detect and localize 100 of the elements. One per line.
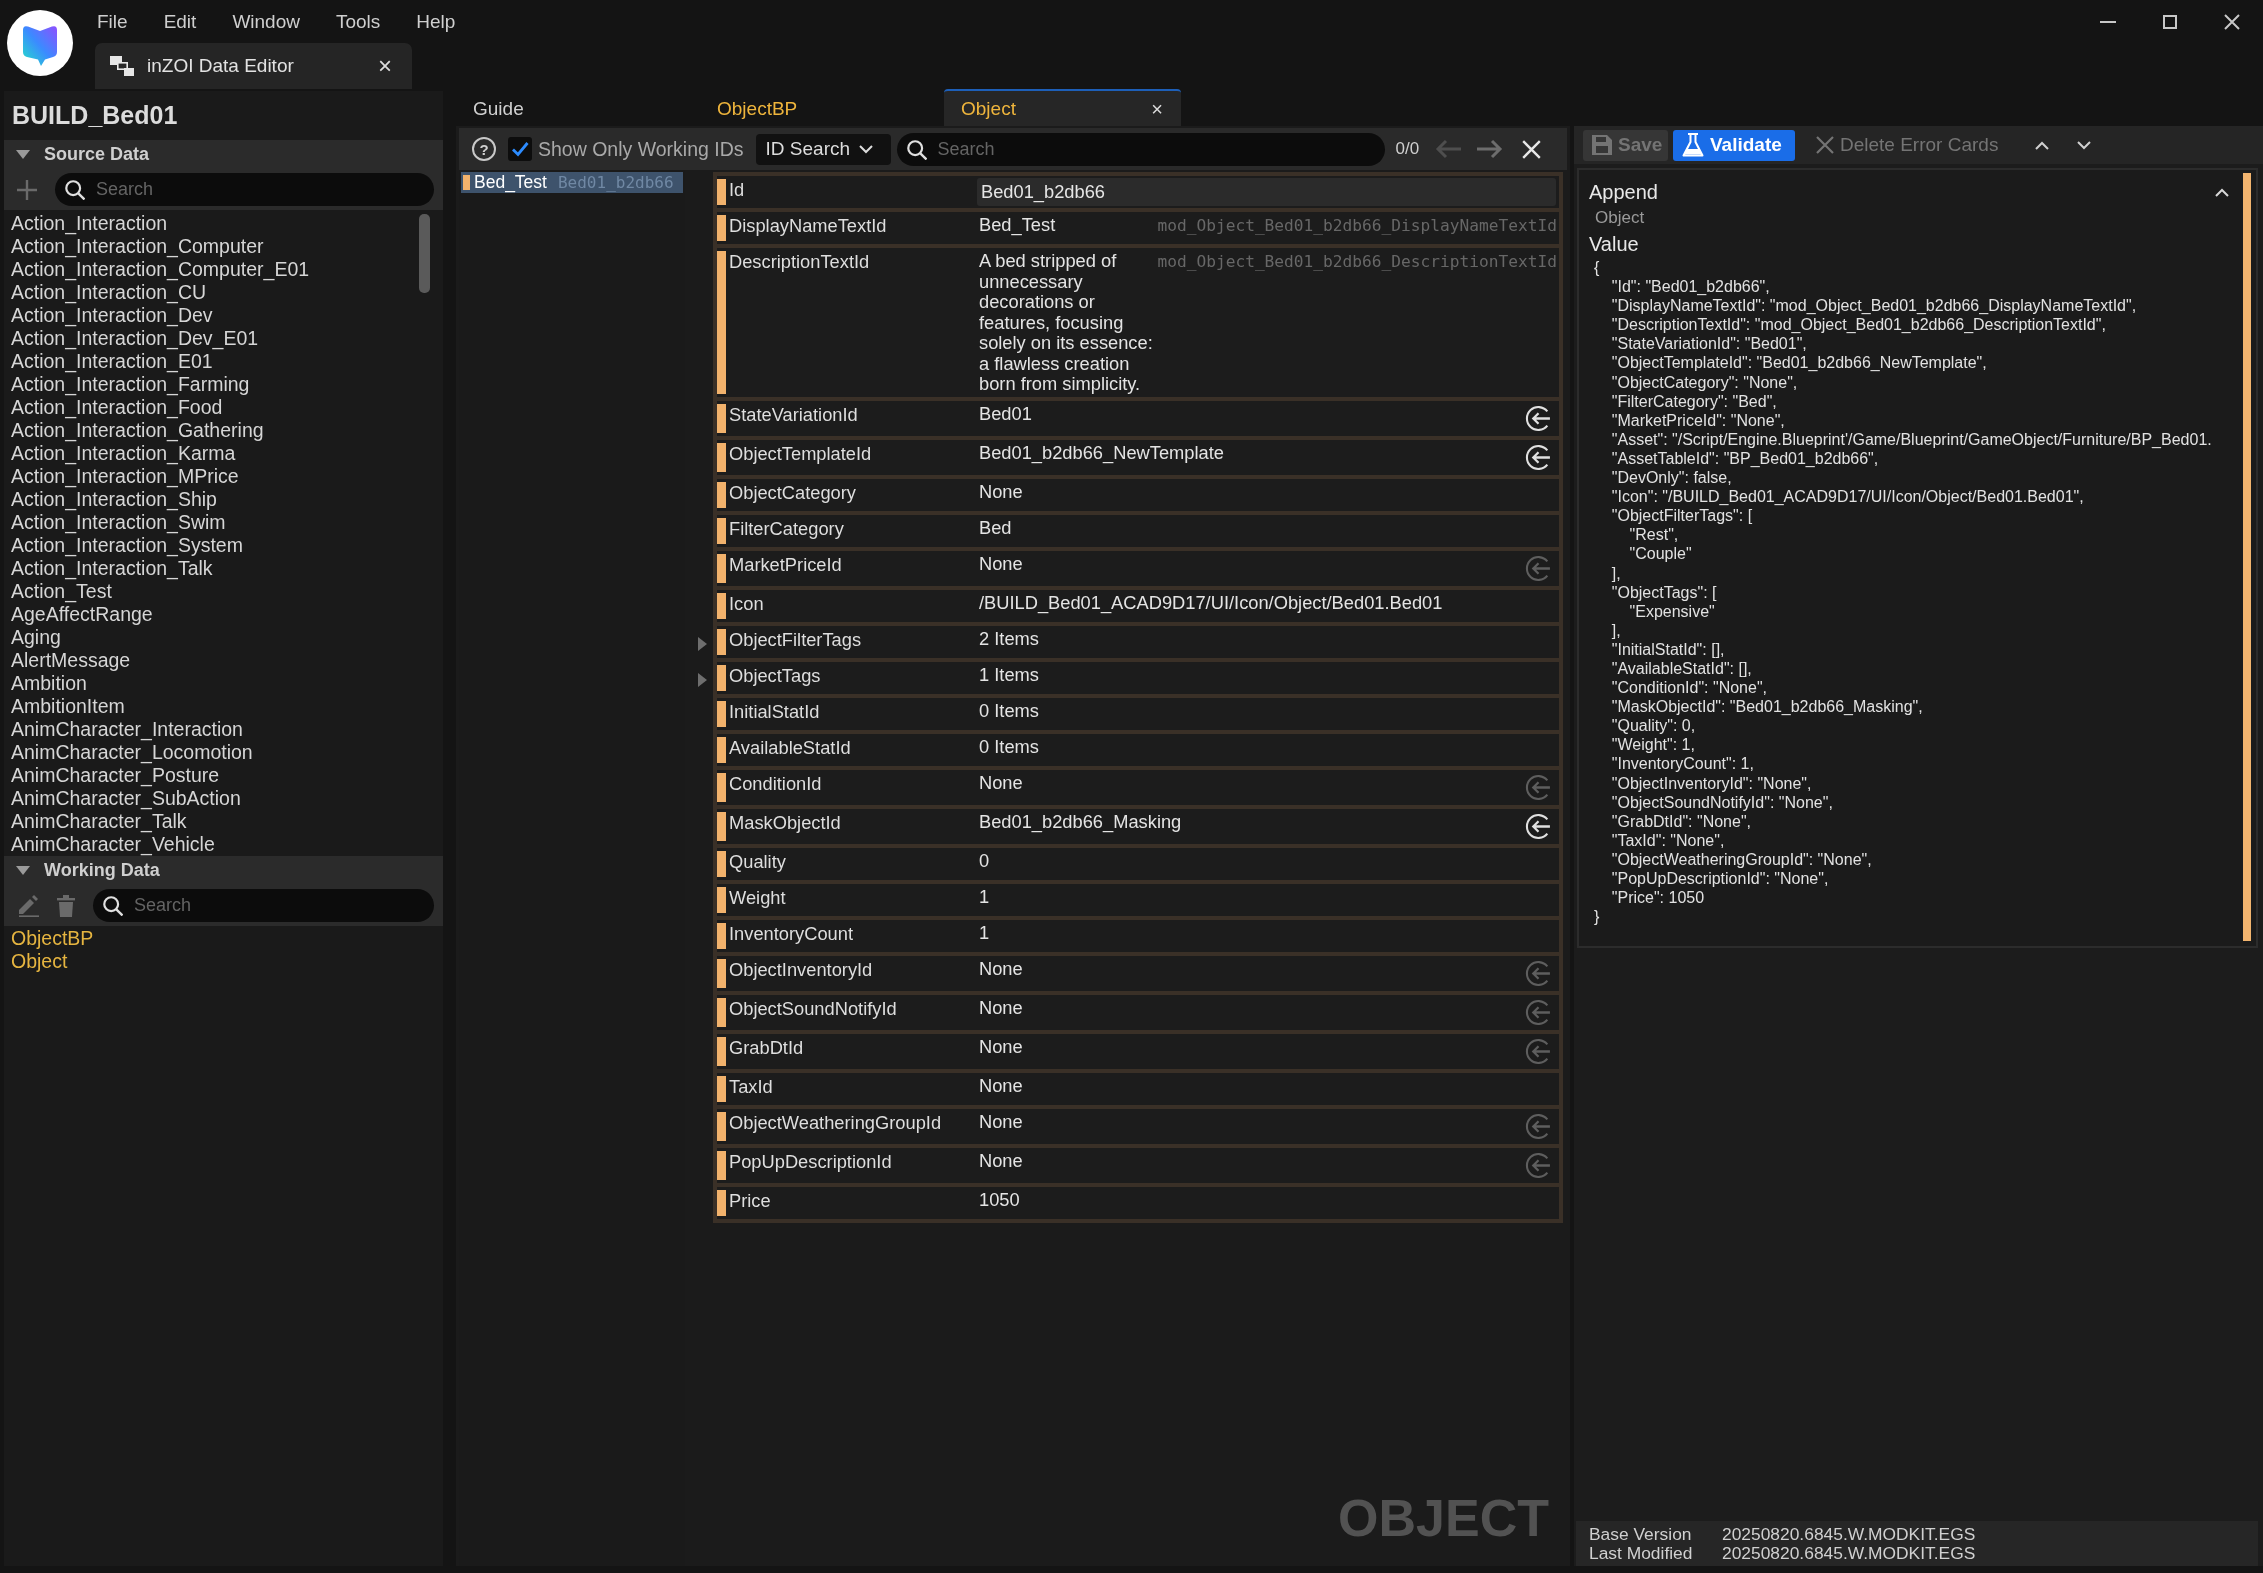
property-value: 2 Items [978,626,1040,651]
list-item[interactable]: Action_Interaction_Dev_E01 [4,327,443,350]
search-mode-dropdown[interactable]: ID Search [755,133,891,165]
property-value: None [978,995,1024,1020]
marker-icon [717,736,726,763]
pencil-icon[interactable] [17,894,39,917]
caret-down-icon[interactable] [16,866,30,875]
list-item[interactable]: AnimCharacter_Interaction [4,718,443,741]
list-item[interactable]: Action_Interaction_Food [4,396,443,419]
list-item[interactable]: Action_Interaction_MPrice [4,465,443,488]
close-button[interactable]: × [1147,96,1167,121]
flask-icon [1682,133,1704,157]
property-value: A bed stripped of unnecessary decorations or features, focusing solely on its essence: a flawless creation born from simplicity. [978,249,1154,396]
list-item[interactable]: Action_Interaction_E01 [4,350,443,373]
marker-icon [717,922,726,949]
property-name: FilterCategory [728,516,845,539]
list-item[interactable]: AnimCharacter_Vehicle [4,833,443,856]
list-item[interactable]: AnimCharacter_Locomotion [4,741,443,764]
property-name: ObjectWeatheringGroupId [728,1110,943,1133]
list-item[interactable]: Aging [4,626,443,649]
property-name: ObjectSoundNotifyId [728,996,898,1019]
list-item[interactable]: Ambition [4,672,443,695]
circle-arrow-left-icon[interactable] [1525,443,1552,471]
chevron-down-icon[interactable] [2077,140,2092,150]
id-field[interactable]: Bed01_b2db66 [977,178,1556,206]
app-tab[interactable]: inZOI Data Editor × [95,43,412,89]
property-name: Weight [728,885,787,908]
property-value: None [978,1109,1024,1134]
list-item[interactable]: Action_Interaction_Computer [4,235,443,258]
trash-icon[interactable] [57,894,75,917]
chevron-up-icon[interactable] [2035,140,2050,150]
property-value: None [978,770,1024,795]
close-button[interactable]: × [374,54,396,78]
maximize-icon[interactable] [2163,15,2177,29]
close-icon[interactable] [2224,14,2240,30]
close-icon[interactable] [1522,139,1542,159]
tab[interactable]: ObjectBP [700,89,937,126]
marker-icon [717,1150,726,1180]
search-field[interactable]: Search [896,132,1385,166]
property-name: PopUpDescriptionId [728,1149,893,1172]
list-item[interactable]: Action_Interaction_CU [4,281,443,304]
help-button[interactable]: ? [472,137,496,161]
scrollbar-thumb[interactable] [419,214,430,293]
caret-right-icon[interactable] [697,636,707,651]
checkbox-label[interactable]: Show Only Working IDs [538,137,744,161]
checkbox[interactable] [508,137,532,161]
marker-icon [717,628,726,655]
marker-icon [717,772,726,802]
marker-icon [717,1189,726,1216]
chevron-up-icon[interactable] [2215,187,2229,197]
id-row[interactable]: Bed_Test Bed01_b2db66 [461,172,683,193]
id-label: Bed_Test [474,172,547,193]
property-name: Price [728,1188,772,1211]
list-item[interactable]: AnimCharacter_Talk [4,810,443,833]
list-item[interactable]: Action_Interaction_Swim [4,511,443,534]
list-item[interactable]: Action_Interaction_Talk [4,557,443,580]
menu-item[interactable]: Tools [335,10,381,33]
property-value: Bed [978,515,1013,540]
property-value: 1 [978,920,991,945]
property-value: 0 [978,848,991,873]
section-header[interactable]: Working Data [4,856,443,885]
caret-down-icon[interactable] [16,150,30,159]
menu-item[interactable]: File [97,10,128,33]
list-item[interactable]: Action_Interaction_Ship [4,488,443,511]
arrow-right-icon[interactable] [1477,139,1504,159]
card-title: Append [1589,180,1658,204]
validate-button[interactable]: Validate [1673,129,1795,161]
list-item[interactable]: Action_Test [4,580,443,603]
list-item[interactable]: AnimCharacter_SubAction [4,787,443,810]
list-item[interactable]: Action_Interaction_Farming [4,373,443,396]
list-item[interactable]: ObjectBP [4,927,443,950]
list-item[interactable]: AlertMessage [4,649,443,672]
list-item[interactable]: Action_Interaction_Computer_E01 [4,258,443,281]
circle-arrow-left-icon[interactable] [1525,812,1552,840]
list-item[interactable]: Action_Interaction_Karma [4,442,443,465]
list-item[interactable]: Action_Interaction_System [4,534,443,557]
marker-icon [717,958,726,988]
menu-item[interactable]: Edit [163,10,197,33]
list-item[interactable]: Action_Interaction_Gathering [4,419,443,442]
menu-item[interactable]: Help [416,10,456,33]
list-item[interactable]: Object [4,950,443,973]
marker-icon [717,664,726,691]
search-field[interactable]: Search [93,889,434,922]
property-value: Bed01_b2db66_NewTemplate [978,440,1225,465]
menu-item[interactable]: Window [232,10,300,33]
property-name: ObjectTags [728,663,822,686]
list-item[interactable]: Action_Interaction_Dev [4,304,443,327]
list-item[interactable]: AgeAffectRange [4,603,443,626]
circle-arrow-left-icon[interactable] [1525,404,1552,432]
section-header[interactable]: Source Data [4,140,443,169]
caret-right-icon[interactable] [697,672,707,687]
plus-icon[interactable] [17,179,37,200]
search-field[interactable]: Search [55,173,434,206]
list-item[interactable]: AnimCharacter_Posture [4,764,443,787]
list-item[interactable]: AmbitionItem [4,695,443,718]
property-value: 1 Items [978,662,1040,687]
property-value: None [978,1073,1024,1098]
list-item[interactable]: Action_Interaction [4,212,443,235]
tab[interactable]: Object × [944,89,1181,126]
tab[interactable]: Guide [456,89,693,126]
